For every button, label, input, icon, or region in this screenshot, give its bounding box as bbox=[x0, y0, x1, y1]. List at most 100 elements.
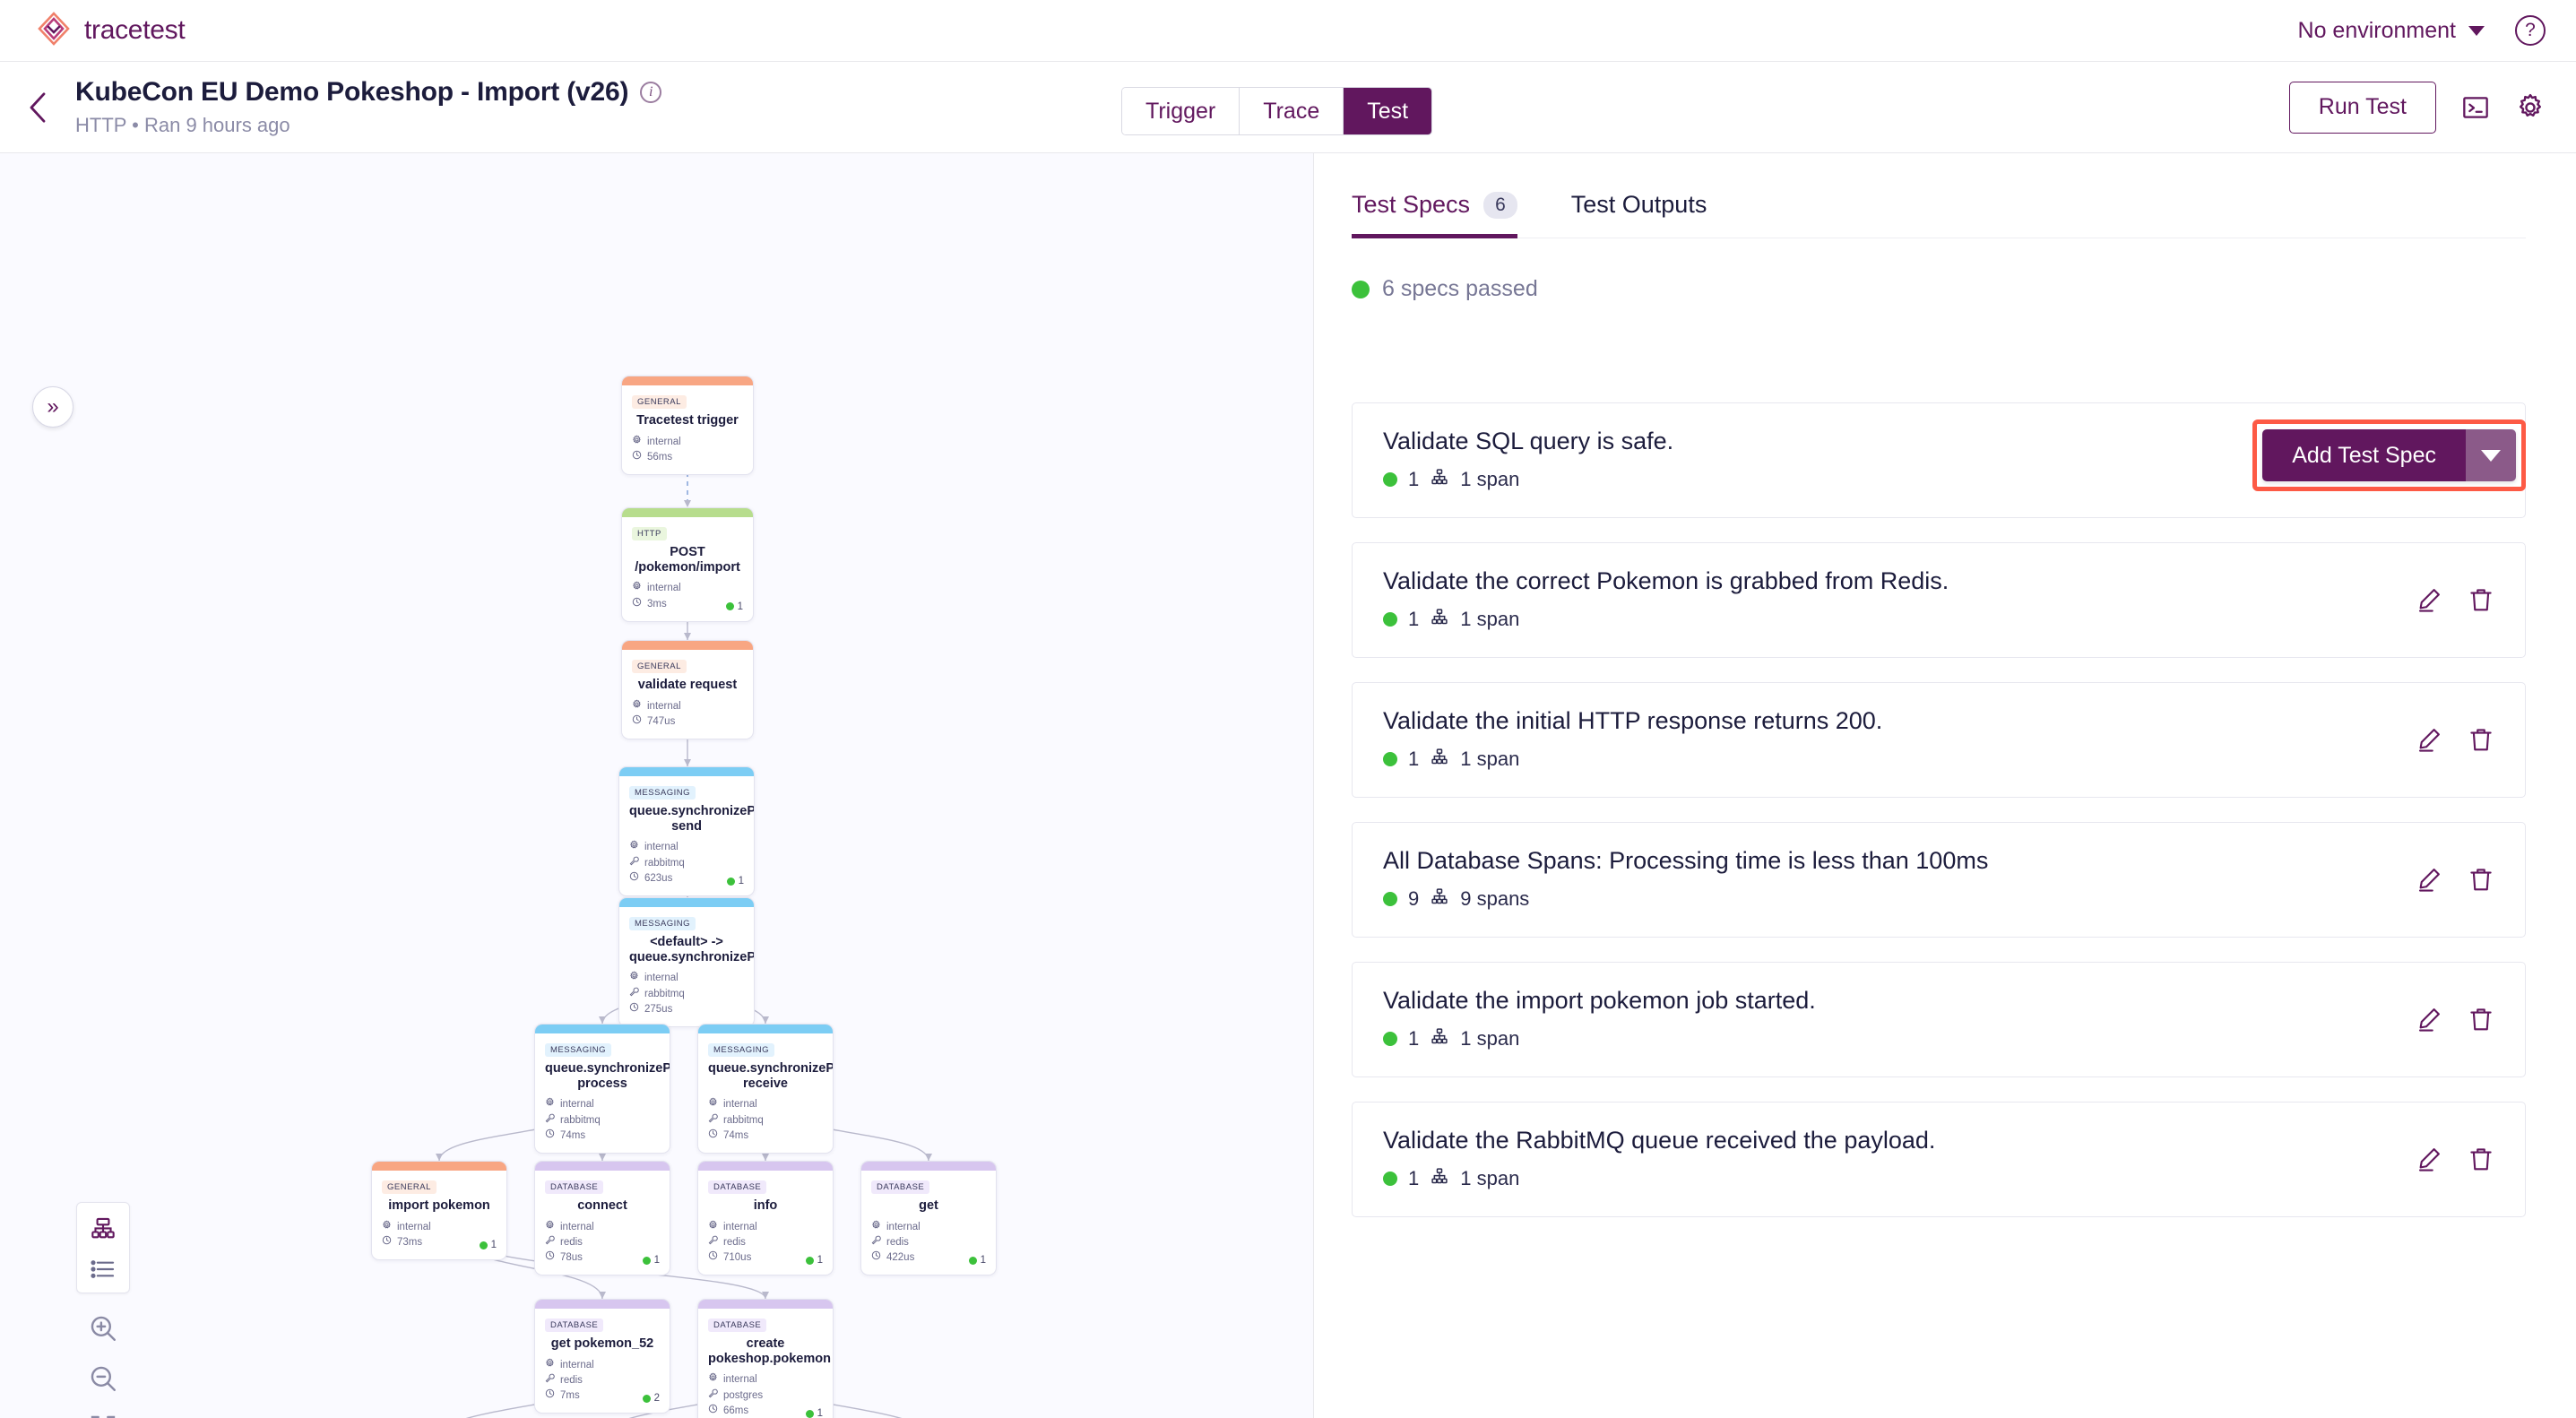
trace-node[interactable]: GENERAL Tracetest trigger internal 56ms bbox=[621, 376, 754, 476]
trace-node[interactable]: DATABASE connect internal redis 78us 1 bbox=[534, 1161, 670, 1276]
wrench-icon bbox=[629, 987, 639, 1002]
tab-trigger[interactable]: Trigger bbox=[1122, 88, 1240, 134]
brand[interactable]: tracetest bbox=[36, 11, 186, 51]
status-dot-icon bbox=[725, 602, 734, 611]
node-duration: 3ms bbox=[632, 597, 667, 612]
trace-node[interactable]: HTTP POST /pokemon/import internal 3ms 1 bbox=[621, 507, 754, 622]
spec-assertion-count: 1 bbox=[1408, 608, 1420, 630]
pencil-icon[interactable] bbox=[2416, 586, 2442, 613]
status-dot-passed bbox=[1352, 280, 1370, 298]
node-content: MESSAGING queue.synchronizePokemon proce… bbox=[535, 1033, 670, 1153]
spec-title: Validate the correct Pokemon is grabbed … bbox=[1383, 567, 1949, 594]
trash-icon[interactable] bbox=[2468, 586, 2494, 613]
trace-node[interactable]: GENERAL import pokemon internal 73ms 1 bbox=[371, 1161, 507, 1261]
clock-icon bbox=[632, 714, 642, 730]
node-content: DATABASE info internal redis 710us 1 bbox=[698, 1171, 833, 1275]
node-footer: 275us bbox=[629, 1002, 744, 1017]
graph-view-icon[interactable] bbox=[90, 1216, 117, 1241]
node-type-bar bbox=[619, 767, 754, 776]
trace-node[interactable]: DATABASE get internal redis 422us 1 bbox=[860, 1161, 997, 1276]
node-footer: 747us bbox=[632, 714, 743, 730]
fit-screen-icon[interactable] bbox=[89, 1414, 117, 1418]
trace-node[interactable]: DATABASE info internal redis 710us 1 bbox=[697, 1161, 834, 1276]
node-kind: internal bbox=[708, 1097, 823, 1112]
info-circle-icon[interactable]: i bbox=[640, 82, 662, 103]
trash-icon[interactable] bbox=[2468, 726, 2494, 753]
graph-toolbar bbox=[76, 1202, 130, 1418]
node-type-bar bbox=[622, 641, 753, 650]
pencil-icon[interactable] bbox=[2416, 1006, 2442, 1033]
span-tree-icon bbox=[1430, 748, 1449, 771]
environment-selector[interactable]: No environment bbox=[2298, 18, 2485, 44]
tab-test-specs[interactable]: Test Specs 6 bbox=[1352, 191, 1517, 238]
zoom-in-icon[interactable] bbox=[88, 1313, 118, 1344]
node-title: Tracetest trigger bbox=[636, 413, 739, 428]
node-footer: 422us 1 bbox=[871, 1250, 986, 1266]
test-spec-card[interactable]: Validate the correct Pokemon is grabbed … bbox=[1352, 542, 2526, 658]
wrench-icon bbox=[708, 1388, 718, 1404]
node-kind: internal bbox=[382, 1220, 497, 1235]
trace-node[interactable]: DATABASE get pokemon_52 internal redis 7… bbox=[534, 1299, 670, 1414]
node-duration: 422us bbox=[871, 1250, 914, 1266]
spec-span-count: 1 span bbox=[1460, 748, 1520, 770]
add-test-spec-split-button: Add Test Spec bbox=[2262, 429, 2516, 481]
node-title: connect bbox=[577, 1198, 627, 1213]
trace-node[interactable]: MESSAGING queue.synchronizePokemon recei… bbox=[697, 1024, 834, 1154]
trace-node[interactable]: MESSAGING queue.synchronizePokemon send … bbox=[618, 766, 755, 897]
trash-icon[interactable] bbox=[2468, 1006, 2494, 1033]
node-content: GENERAL validate request internal 747us bbox=[622, 650, 753, 739]
gear-icon bbox=[629, 971, 639, 986]
node-type-bar bbox=[622, 376, 753, 385]
help-circle-icon[interactable]: ? bbox=[2515, 15, 2546, 46]
back-button[interactable] bbox=[0, 90, 75, 125]
status-dot-icon bbox=[1383, 1032, 1397, 1046]
trace-node[interactable]: DATABASE create pokeshop.pokemon interna… bbox=[697, 1299, 834, 1418]
status-dot-icon bbox=[642, 1256, 651, 1265]
node-type-badge: MESSAGING bbox=[629, 917, 696, 930]
trace-node[interactable]: MESSAGING queue.synchronizePokemon proce… bbox=[534, 1024, 670, 1154]
gear-icon bbox=[629, 840, 639, 855]
node-kind: internal bbox=[629, 840, 744, 855]
tab-test-specs-label: Test Specs bbox=[1352, 191, 1471, 218]
node-duration: 66ms bbox=[708, 1404, 748, 1418]
node-type-bar bbox=[622, 508, 753, 517]
spec-actions bbox=[2416, 866, 2494, 893]
node-kind: internal bbox=[545, 1097, 660, 1112]
clock-icon bbox=[382, 1235, 392, 1250]
node-duration: 56ms bbox=[632, 450, 672, 465]
add-test-spec-dropdown-button[interactable] bbox=[2466, 429, 2516, 481]
test-spec-card[interactable]: Validate the import pokemon job started.… bbox=[1352, 962, 2526, 1077]
pencil-icon[interactable] bbox=[2416, 866, 2442, 893]
node-content: MESSAGING queue.synchronizePokemon recei… bbox=[698, 1033, 833, 1153]
test-spec-card[interactable]: Validate the RabbitMQ queue received the… bbox=[1352, 1102, 2526, 1217]
node-content: GENERAL Tracetest trigger internal 56ms bbox=[622, 385, 753, 474]
pencil-icon[interactable] bbox=[2416, 726, 2442, 753]
top-bar-right: No environment ? bbox=[2298, 15, 2546, 46]
gear-icon[interactable] bbox=[2515, 92, 2546, 123]
zoom-out-icon[interactable] bbox=[88, 1363, 118, 1394]
spec-assertion-count: 1 bbox=[1408, 1167, 1420, 1189]
tab-trace[interactable]: Trace bbox=[1240, 88, 1344, 134]
pencil-icon[interactable] bbox=[2416, 1146, 2442, 1172]
add-test-spec-button[interactable]: Add Test Spec bbox=[2262, 429, 2466, 481]
tab-test[interactable]: Test bbox=[1344, 88, 1432, 134]
trash-icon[interactable] bbox=[2468, 1146, 2494, 1172]
test-spec-card[interactable]: Validate the initial HTTP response retur… bbox=[1352, 682, 2526, 798]
gear-icon bbox=[545, 1220, 555, 1235]
node-kind: internal bbox=[632, 581, 743, 596]
trace-node[interactable]: MESSAGING <default> -> queue.synchronize… bbox=[618, 897, 755, 1028]
spec-assertion-count: 1 bbox=[1408, 748, 1420, 770]
spec-span-count: 1 span bbox=[1460, 608, 1520, 630]
top-bar: tracetest No environment ? bbox=[0, 0, 2576, 62]
spec-info: Validate the import pokemon job started.… bbox=[1383, 987, 1816, 1051]
trace-node[interactable]: GENERAL validate request internal 747us bbox=[621, 640, 754, 740]
tab-test-outputs[interactable]: Test Outputs bbox=[1571, 191, 1707, 238]
status-dot-icon bbox=[1383, 472, 1397, 487]
terminal-icon[interactable] bbox=[2461, 93, 2490, 122]
graph-view-toggle-card[interactable] bbox=[76, 1202, 130, 1293]
header-title-row: KubeCon EU Demo Pokeshop - Import (v26) … bbox=[75, 77, 662, 108]
list-view-icon[interactable] bbox=[90, 1259, 117, 1279]
test-spec-card[interactable]: All Database Spans: Processing time is l… bbox=[1352, 822, 2526, 938]
run-test-button[interactable]: Run Test bbox=[2288, 81, 2436, 134]
trash-icon[interactable] bbox=[2468, 866, 2494, 893]
